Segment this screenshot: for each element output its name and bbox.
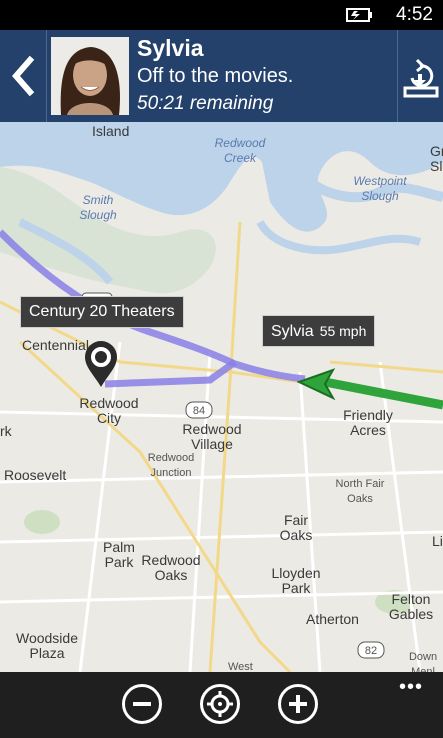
zoom-out-icon [133, 702, 151, 706]
status-message: Off to the movies. [137, 65, 294, 87]
zoom-in-button[interactable] [278, 684, 318, 724]
destination-callout[interactable]: Century 20 Theaters [20, 296, 184, 328]
header: Sylvia Off to the movies. 50:21 remainin… [0, 30, 443, 122]
map-pin-icon[interactable] [82, 339, 120, 389]
zoom-in-icon [289, 695, 307, 713]
place-label: Smith Slough [79, 193, 117, 222]
share-location-button[interactable] [397, 30, 443, 122]
destination-label: Century 20 Theaters [29, 303, 175, 320]
status-bar: 4:52 [0, 0, 443, 30]
place-label: Atherton [306, 611, 359, 627]
person-speed: 55 mph [319, 323, 367, 339]
app-bar: ••• [0, 672, 443, 738]
contact-name: Sylvia [137, 35, 204, 61]
place-label: Redwood Oaks [141, 552, 201, 583]
place-label: Lloyden Park [271, 565, 321, 596]
place-label: Island [92, 123, 130, 139]
place-label: Woodside Plaza [15, 630, 78, 661]
locate-button[interactable] [200, 684, 240, 724]
place-label: Felton Gables [388, 591, 434, 622]
place-label: West [228, 661, 253, 672]
person-name: Sylvia [271, 323, 314, 340]
map-view[interactable]: 101 84 82 Island Redwood Creek Smith Slo… [0, 122, 443, 672]
shield-84: 84 [192, 405, 206, 417]
place-label: Redwood Junction [147, 452, 195, 479]
direction-arrow-icon[interactable] [297, 368, 337, 400]
place-label: Fair Oaks [279, 512, 313, 543]
place-label: rk [0, 423, 12, 439]
clock: 4:52 [396, 4, 433, 25]
place-label: Friendly Acres [343, 407, 393, 438]
place-label: North Fair Oaks [335, 478, 385, 505]
locate-icon [207, 691, 233, 717]
place-label: Roosevelt [4, 467, 67, 483]
place-label: Redwood City [79, 395, 139, 426]
place-label: Down Menl [408, 651, 438, 672]
place-label: Redwood Village [182, 421, 242, 452]
avatar [51, 37, 129, 115]
place-label: Gr Sl [430, 143, 443, 174]
back-button[interactable] [0, 30, 47, 122]
zoom-out-button[interactable] [122, 684, 162, 724]
shield-82: 82 [364, 645, 378, 657]
place-label: Palm Park [103, 539, 135, 570]
place-label: Centennial [22, 337, 89, 353]
place-label: Li [432, 533, 443, 549]
share-location-icon [403, 58, 439, 98]
person-callout[interactable]: Sylvia 55 mph [262, 315, 376, 347]
more-button[interactable]: ••• [399, 676, 423, 699]
back-arrow-icon [12, 55, 35, 97]
place-label: Redwood Creek [214, 136, 266, 165]
battery-charging-icon [346, 8, 372, 22]
time-remaining: 50:21 remaining [137, 93, 274, 114]
place-label: Westpoint Slough [353, 174, 407, 203]
